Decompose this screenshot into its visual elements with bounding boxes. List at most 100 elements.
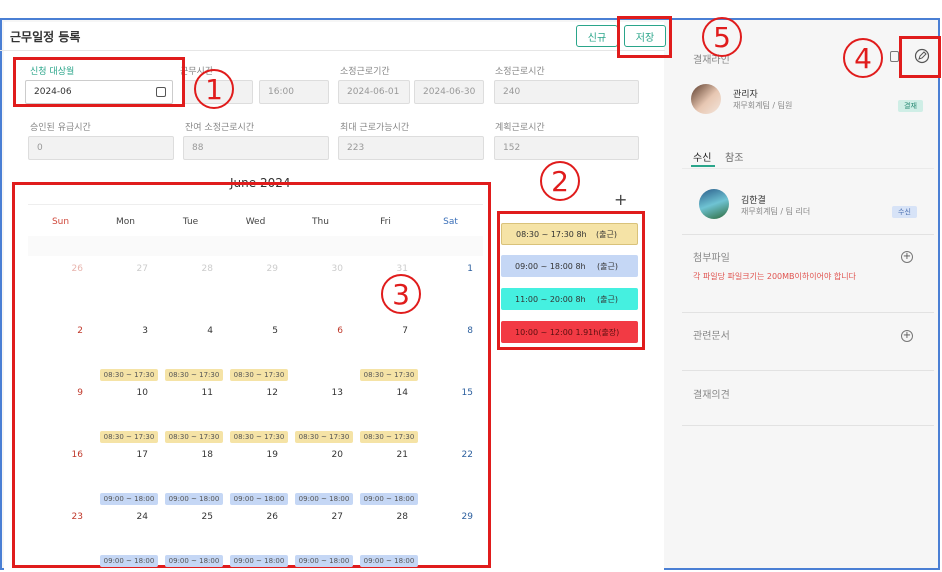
- calendar-day[interactable]: 26: [248, 512, 278, 522]
- add-schedule-button[interactable]: +: [614, 190, 627, 209]
- calendar-day[interactable]: 3: [118, 326, 148, 336]
- period-end-input[interactable]: 2024-06-30: [414, 80, 484, 104]
- attachment-divider: [682, 312, 934, 313]
- max-hours-value: 223: [347, 143, 365, 153]
- standard-hours-input[interactable]: 240: [494, 80, 639, 104]
- annotation-box-edit: [899, 36, 941, 78]
- period-end-value: 2024-06-30: [423, 87, 476, 97]
- schedule-pill[interactable]: 08:30 ~ 17:30: [165, 431, 223, 443]
- calendar-day[interactable]: 28: [378, 512, 408, 522]
- schedule-pill[interactable]: 09:00 ~ 18:00: [295, 555, 353, 567]
- calendar-day[interactable]: 16: [53, 450, 83, 460]
- receiver-name: 김한결: [741, 196, 766, 206]
- tab-reference[interactable]: 참조: [725, 149, 743, 164]
- opinion-divider: [682, 425, 934, 426]
- calendar-day[interactable]: 13: [313, 388, 343, 398]
- schedule-pill[interactable]: 08:30 ~ 17:30: [230, 369, 288, 381]
- schedule-pill[interactable]: 09:00 ~ 18:00: [295, 493, 353, 505]
- receiver-avatar: [699, 189, 729, 219]
- approver-dept: 재무회계팀 / 팀원: [733, 101, 793, 110]
- schedule-pill[interactable]: 08:30 ~ 17:30: [100, 369, 158, 381]
- schedule-pill[interactable]: 09:00 ~ 18:00: [360, 493, 418, 505]
- annotation-box-legend: [497, 211, 645, 350]
- standard-hours-value: 240: [503, 87, 521, 97]
- header-divider: [0, 50, 665, 51]
- calendar-day[interactable]: 25: [183, 512, 213, 522]
- schedule-pill[interactable]: 08:30 ~ 17:30: [360, 431, 418, 443]
- calendar-day[interactable]: 18: [183, 450, 213, 460]
- calendar-day[interactable]: 24: [118, 512, 148, 522]
- schedule-pill[interactable]: 09:00 ~ 18:00: [100, 555, 158, 567]
- calendar-day[interactable]: 30: [313, 264, 343, 274]
- approved-leave-input[interactable]: 0: [28, 136, 174, 160]
- schedule-pill[interactable]: 08:30 ~ 17:30: [165, 369, 223, 381]
- add-attachment-icon[interactable]: +: [901, 251, 913, 263]
- calendar-day[interactable]: 8: [443, 326, 473, 336]
- end-time-input[interactable]: 16:00: [259, 80, 329, 104]
- calendar-day[interactable]: 19: [248, 450, 278, 460]
- copy-icon[interactable]: [890, 51, 899, 62]
- standard-period-label: 소정근로기간: [340, 67, 390, 77]
- calendar-day[interactable]: 9: [53, 388, 83, 398]
- page-title: 근무일정 등록: [10, 30, 81, 44]
- calendar-day[interactable]: 20: [313, 450, 343, 460]
- receiver-divider: [682, 234, 934, 235]
- annotation-number: 5: [702, 17, 742, 57]
- calendar-day[interactable]: 28: [183, 264, 213, 274]
- schedule-pill[interactable]: 09:00 ~ 18:00: [100, 493, 158, 505]
- calendar-day[interactable]: 12: [248, 388, 278, 398]
- tab-receive[interactable]: 수신: [693, 149, 711, 164]
- calendar-day[interactable]: 21: [378, 450, 408, 460]
- calendar-day[interactable]: 1: [443, 264, 473, 274]
- annotation-number: 1: [194, 69, 234, 109]
- schedule-pill[interactable]: 09:00 ~ 18:00: [360, 555, 418, 567]
- calendar-day[interactable]: 29: [248, 264, 278, 274]
- calendar-day[interactable]: 22: [443, 450, 473, 460]
- annotation-box-save: [617, 16, 672, 58]
- schedule-pill[interactable]: 09:00 ~ 18:00: [165, 555, 223, 567]
- calendar-day[interactable]: 14: [378, 388, 408, 398]
- approver-name: 관리자: [733, 90, 758, 100]
- calendar-day[interactable]: 27: [313, 512, 343, 522]
- calendar-day[interactable]: 6: [313, 326, 343, 336]
- calendar-day[interactable]: 26: [53, 264, 83, 274]
- approver-avatar: [691, 84, 721, 114]
- planned-hours-input[interactable]: 152: [494, 136, 639, 160]
- remaining-hours-input[interactable]: 88: [183, 136, 329, 160]
- active-tab-indicator: [691, 165, 715, 167]
- standard-hours-label: 소정근로시간: [495, 67, 545, 77]
- new-button[interactable]: 신규: [576, 25, 618, 47]
- calendar-day[interactable]: 31: [378, 264, 408, 274]
- max-hours-input[interactable]: 223: [338, 136, 484, 160]
- schedule-pill[interactable]: 09:00 ~ 18:00: [165, 493, 223, 505]
- calendar-day[interactable]: 4: [183, 326, 213, 336]
- remaining-hours-value: 88: [192, 143, 204, 153]
- calendar-day[interactable]: 5: [248, 326, 278, 336]
- calendar-day[interactable]: 29: [443, 512, 473, 522]
- period-start-input[interactable]: 2024-06-01: [338, 80, 410, 104]
- calendar-day[interactable]: 23: [53, 512, 83, 522]
- schedule-pill[interactable]: 09:00 ~ 18:00: [230, 493, 288, 505]
- add-related-doc-icon[interactable]: +: [901, 330, 913, 342]
- receive-badge: 수신: [892, 206, 917, 218]
- calendar-day[interactable]: 7: [378, 326, 408, 336]
- schedule-pill[interactable]: 08:30 ~ 17:30: [230, 431, 288, 443]
- calendar-day[interactable]: 17: [118, 450, 148, 460]
- attachment-title: 첨부파일: [693, 253, 730, 264]
- calendar-day[interactable]: 15: [443, 388, 473, 398]
- approve-badge: 결재: [898, 100, 923, 112]
- schedule-pill[interactable]: 08:30 ~ 17:30: [295, 431, 353, 443]
- calendar-day[interactable]: 11: [183, 388, 213, 398]
- calendar-day[interactable]: 10: [118, 388, 148, 398]
- calendar-day[interactable]: 27: [118, 264, 148, 274]
- end-time-value: 16:00: [268, 87, 294, 97]
- planned-hours-value: 152: [503, 143, 521, 153]
- schedule-pill[interactable]: 08:30 ~ 17:30: [360, 369, 418, 381]
- tabs-divider: [682, 168, 934, 169]
- receiver-dept: 재무회계팀 / 팀 리더: [741, 207, 811, 216]
- schedule-pill[interactable]: 09:00 ~ 18:00: [230, 555, 288, 567]
- calendar-day[interactable]: 2: [53, 326, 83, 336]
- schedule-pill[interactable]: 08:30 ~ 17:30: [100, 431, 158, 443]
- approved-leave-label: 승인된 유급시간: [30, 123, 91, 133]
- annotation-number: 3: [381, 274, 421, 314]
